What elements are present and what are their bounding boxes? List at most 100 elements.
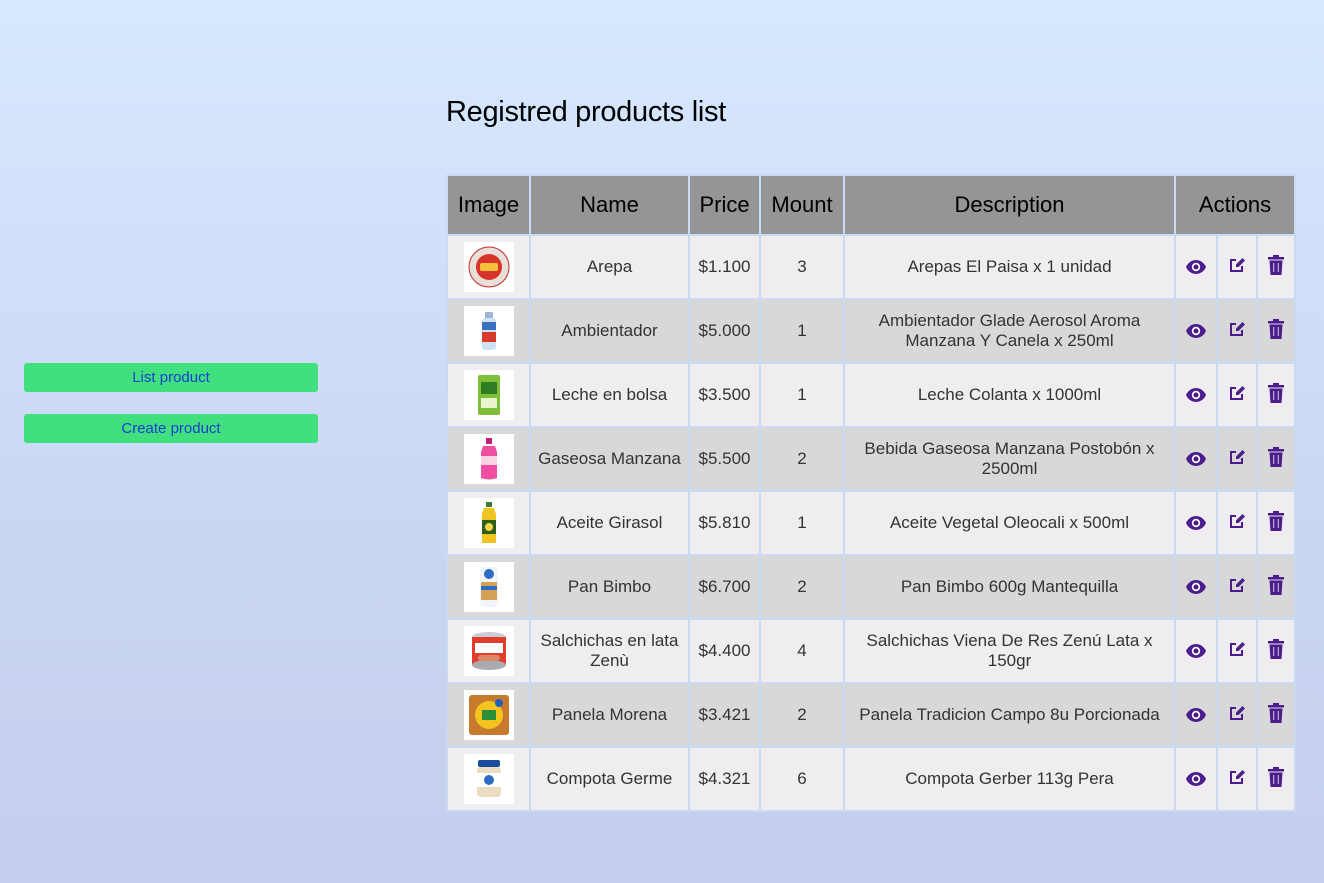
table-row: Panela Morena $3.421 2 Panela Tradicion Cam… xyxy=(446,682,1296,748)
product-name: Aceite Girasol xyxy=(529,490,690,556)
delete-action-cell xyxy=(1256,746,1296,812)
edit-action-cell xyxy=(1216,490,1258,556)
product-mount: 2 xyxy=(759,554,845,620)
product-mount: 1 xyxy=(759,298,845,364)
edit-action-cell xyxy=(1216,554,1258,620)
view-action-cell xyxy=(1174,490,1218,556)
product-thumbnail xyxy=(463,370,514,420)
delete-action-cell xyxy=(1256,682,1296,748)
product-name: Gaseosa Manzana xyxy=(529,426,690,492)
view-action-cell xyxy=(1174,554,1218,620)
table-row: Arepa $1.100 3 Arepas El Paisa x 1 unidad xyxy=(446,234,1296,300)
eye-icon[interactable] xyxy=(1185,512,1207,534)
header-description: Description xyxy=(843,174,1176,236)
product-thumbnail xyxy=(463,690,514,740)
product-description: Aceite Vegetal Oleocali x 500ml xyxy=(843,490,1176,556)
view-action-cell xyxy=(1174,426,1218,492)
edit-action-cell xyxy=(1216,618,1258,684)
page-title: Registred products list xyxy=(446,96,726,128)
product-name: Arepa xyxy=(529,234,690,300)
product-image-cell xyxy=(446,426,531,492)
table-row: Compota Germe $4.321 6 Compota Gerber 113g … xyxy=(446,746,1296,812)
delete-action-cell xyxy=(1256,362,1296,428)
product-price: $5.810 xyxy=(688,490,761,556)
edit-action-cell xyxy=(1216,426,1258,492)
edit-icon[interactable] xyxy=(1226,446,1248,468)
eye-icon[interactable] xyxy=(1185,704,1207,726)
delete-action-cell xyxy=(1256,234,1296,300)
trash-icon[interactable] xyxy=(1265,254,1287,276)
product-mount: 2 xyxy=(759,426,845,492)
header-actions: Actions xyxy=(1174,174,1296,236)
edit-icon[interactable] xyxy=(1226,318,1248,340)
table-body: Arepa $1.100 3 Arepas El Paisa x 1 unidad Am… xyxy=(446,234,1296,812)
product-image-cell xyxy=(446,554,531,620)
delete-action-cell xyxy=(1256,490,1296,556)
product-image-cell xyxy=(446,234,531,300)
eye-icon[interactable] xyxy=(1185,384,1207,406)
product-price: $5.500 xyxy=(688,426,761,492)
product-thumbnail xyxy=(463,434,514,484)
trash-icon[interactable] xyxy=(1265,766,1287,788)
product-description: Pan Bimbo 600g Mantequilla xyxy=(843,554,1176,620)
product-thumbnail xyxy=(463,498,514,548)
delete-action-cell xyxy=(1256,618,1296,684)
header-image: Image xyxy=(446,174,531,236)
product-price: $3.421 xyxy=(688,682,761,748)
edit-icon[interactable] xyxy=(1226,574,1248,596)
edit-icon[interactable] xyxy=(1226,254,1248,276)
create-product-button[interactable]: Create product xyxy=(24,414,318,443)
edit-action-cell xyxy=(1216,234,1258,300)
product-price: $4.321 xyxy=(688,746,761,812)
trash-icon[interactable] xyxy=(1265,638,1287,660)
header-name: Name xyxy=(529,174,690,236)
table-row: Pan Bimbo $6.700 2 Pan Bimbo 600g Mantequil… xyxy=(446,554,1296,620)
edit-icon[interactable] xyxy=(1226,382,1248,404)
product-price: $3.500 xyxy=(688,362,761,428)
product-image-cell xyxy=(446,362,531,428)
product-mount: 2 xyxy=(759,682,845,748)
product-name: Salchichas en lata Zenù xyxy=(529,618,690,684)
edit-action-cell xyxy=(1216,298,1258,364)
header-price: Price xyxy=(688,174,761,236)
product-price: $1.100 xyxy=(688,234,761,300)
product-image-cell xyxy=(446,298,531,364)
trash-icon[interactable] xyxy=(1265,318,1287,340)
product-name: Ambientador xyxy=(529,298,690,364)
delete-action-cell xyxy=(1256,426,1296,492)
edit-icon[interactable] xyxy=(1226,766,1248,788)
eye-icon[interactable] xyxy=(1185,768,1207,790)
edit-icon[interactable] xyxy=(1226,702,1248,724)
product-thumbnail xyxy=(463,562,514,612)
product-thumbnail xyxy=(463,626,514,676)
edit-icon[interactable] xyxy=(1226,638,1248,660)
product-price: $6.700 xyxy=(688,554,761,620)
table-row: Aceite Girasol $5.810 1 Aceite Vegetal Oleo… xyxy=(446,490,1296,556)
eye-icon[interactable] xyxy=(1185,448,1207,470)
products-table: Image Name Price Mount Description Actio… xyxy=(446,174,1296,812)
view-action-cell xyxy=(1174,298,1218,364)
eye-icon[interactable] xyxy=(1185,576,1207,598)
header-mount: Mount xyxy=(759,174,845,236)
eye-icon[interactable] xyxy=(1185,320,1207,342)
product-mount: 1 xyxy=(759,362,845,428)
edit-icon[interactable] xyxy=(1226,510,1248,532)
trash-icon[interactable] xyxy=(1265,574,1287,596)
eye-icon[interactable] xyxy=(1185,256,1207,278)
product-name: Leche en bolsa xyxy=(529,362,690,428)
eye-icon[interactable] xyxy=(1185,640,1207,662)
edit-action-cell xyxy=(1216,746,1258,812)
list-product-button[interactable]: List product xyxy=(24,363,318,392)
trash-icon[interactable] xyxy=(1265,510,1287,532)
product-thumbnail xyxy=(463,306,514,356)
product-description: Ambientador Glade Aerosol Aroma Manzana … xyxy=(843,298,1176,364)
product-description: Bebida Gaseosa Manzana Postobón x 2500ml xyxy=(843,426,1176,492)
product-description: Compota Gerber 113g Pera xyxy=(843,746,1176,812)
trash-icon[interactable] xyxy=(1265,382,1287,404)
product-name: Compota Germe xyxy=(529,746,690,812)
trash-icon[interactable] xyxy=(1265,702,1287,724)
table-row: Ambientador $5.000 1 Ambientador Glade Aero… xyxy=(446,298,1296,364)
product-name: Pan Bimbo xyxy=(529,554,690,620)
trash-icon[interactable] xyxy=(1265,446,1287,468)
product-price: $4.400 xyxy=(688,618,761,684)
